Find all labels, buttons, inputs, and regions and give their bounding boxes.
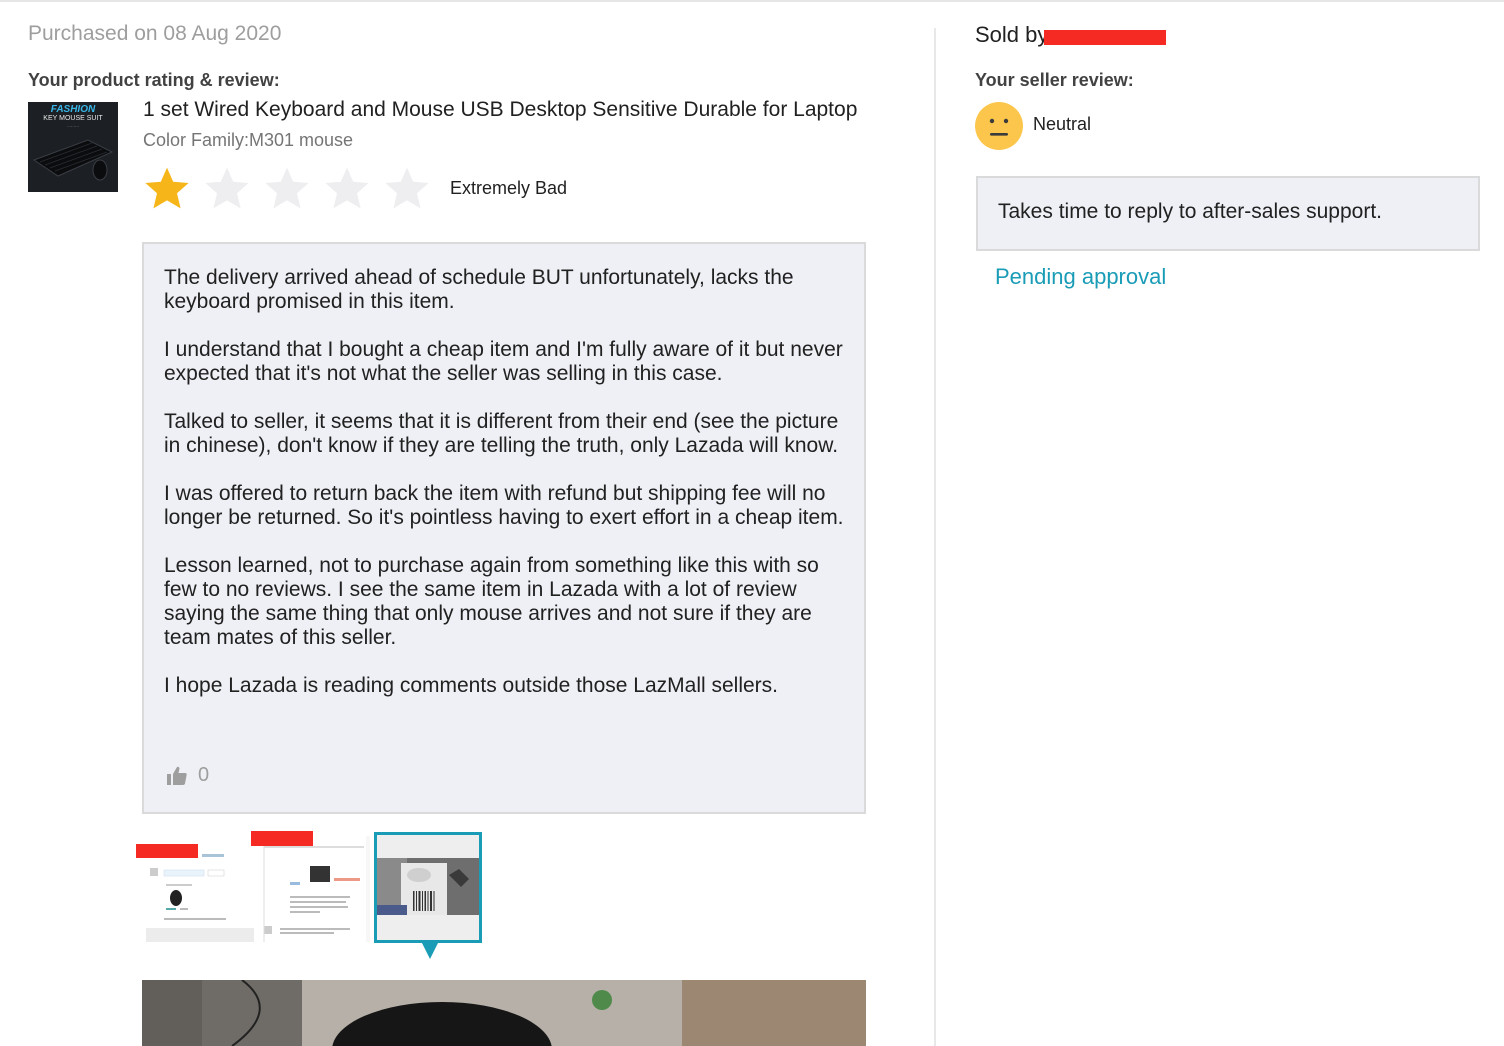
thumbnail-brand-text: FASHION xyxy=(50,104,96,115)
like-count: 0 xyxy=(198,764,210,786)
like-button[interactable]: 0 xyxy=(166,764,209,787)
purchase-date: Purchased on 08 Aug 2020 xyxy=(28,22,282,45)
seller-name-redaction xyxy=(1044,30,1166,45)
product-review-heading: Your product rating & review: xyxy=(28,70,280,90)
star-rating xyxy=(143,166,431,212)
seller-review-text: Takes time to reply to after-sales suppo… xyxy=(998,200,1382,223)
package-photo-image xyxy=(377,835,479,940)
review-paragraph: Lesson learned, not to purchase again fr… xyxy=(164,554,819,649)
column-divider xyxy=(934,28,936,1046)
thumbs-up-icon xyxy=(167,766,187,785)
review-image-2[interactable] xyxy=(262,836,370,942)
review-box: The delivery arrived ahead of schedule B… xyxy=(142,242,866,814)
star-icon xyxy=(325,167,369,209)
thumbnail-caption-text: ········· xyxy=(67,124,79,129)
chat-screenshot-image xyxy=(262,836,366,942)
star-icon xyxy=(265,167,309,209)
sold-by: Sold by xyxy=(975,22,1048,48)
enlarged-review-image[interactable] xyxy=(142,980,866,1046)
review-paragraph: I understand that I bought a cheap item … xyxy=(164,338,843,385)
star-icon xyxy=(145,167,189,209)
star-icon xyxy=(385,167,429,209)
product-variant: Color Family:M301 mouse xyxy=(143,130,354,150)
neutral-face-icon xyxy=(975,102,1023,150)
star-icon xyxy=(205,167,249,209)
active-image-indicator xyxy=(422,943,438,959)
review-paragraph: I hope Lazada is reading comments outsid… xyxy=(164,674,779,697)
review-paragraph: I was offered to return back the item wi… xyxy=(164,482,844,529)
seller-review-box: Takes time to reply to after-sales suppo… xyxy=(976,176,1480,251)
top-divider xyxy=(0,0,1504,2)
review-image-3[interactable] xyxy=(374,832,482,943)
product-title[interactable]: 1 set Wired Keyboard and Mouse USB Deskt… xyxy=(143,98,863,122)
review-text: The delivery arrived ahead of schedule B… xyxy=(164,266,854,722)
redaction-mark xyxy=(251,831,313,846)
pending-approval-status: Pending approval xyxy=(995,264,1167,289)
seller-sentiment-label: Neutral xyxy=(1033,114,1092,134)
mouse-photo-image xyxy=(142,980,866,1046)
review-paragraph: The delivery arrived ahead of schedule B… xyxy=(164,266,794,313)
rating-label: Extremely Bad xyxy=(450,178,568,198)
thumbnail-subtitle-text: KEY MOUSE SUIT xyxy=(43,115,103,122)
review-paragraph: Talked to seller, it seems that it is di… xyxy=(164,410,839,457)
redaction-mark xyxy=(136,844,198,858)
product-thumbnail[interactable]: FASHION KEY MOUSE SUIT ········· xyxy=(28,102,118,192)
seller-review-heading: Your seller review: xyxy=(975,70,1134,90)
sold-by-label: Sold by xyxy=(975,22,1049,47)
